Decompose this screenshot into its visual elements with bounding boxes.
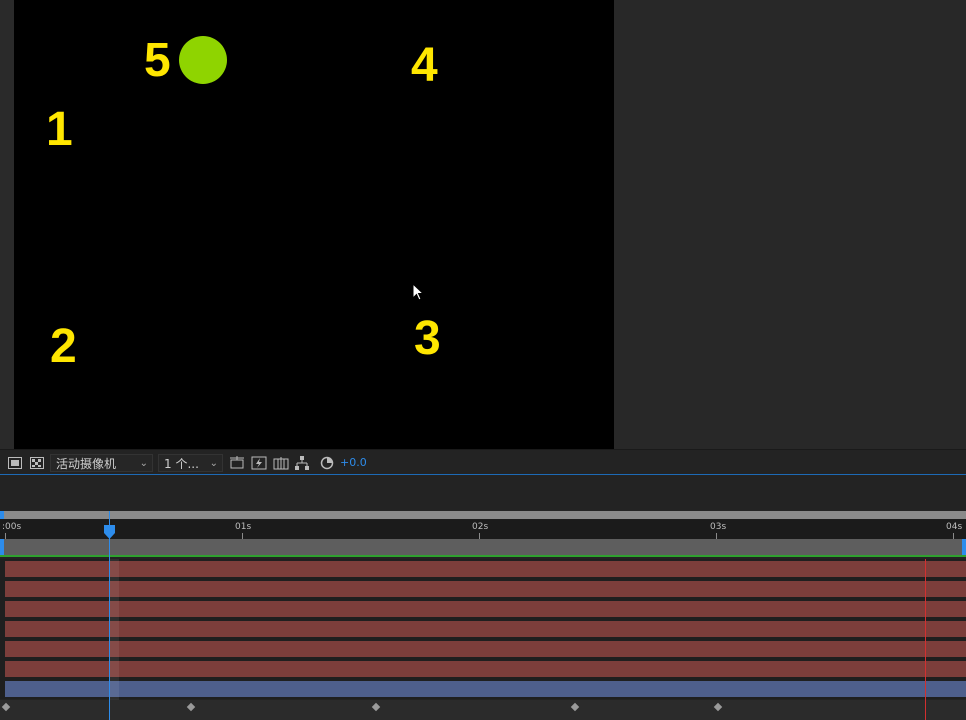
label-2: 2	[50, 320, 77, 373]
viewer-toolbar: 活动摄像机 ⌄ 1 个... ⌄ +0.0	[0, 449, 966, 475]
layer-row[interactable]	[0, 639, 966, 659]
layer-row[interactable]	[0, 679, 966, 699]
layer-duration-bar[interactable]	[5, 641, 966, 657]
work-area-bar[interactable]	[0, 511, 966, 519]
camera-view-value: 活动摄像机	[56, 457, 117, 471]
chevron-down-icon: ⌄	[139, 458, 148, 469]
layer-duration-bar[interactable]	[5, 581, 966, 597]
time-label-3: 03s	[710, 522, 727, 532]
fast-preview-icon[interactable]	[251, 455, 267, 471]
chevron-down-icon: ⌄	[209, 458, 218, 469]
reset-exposure-icon[interactable]	[319, 455, 335, 471]
viewer-left-strip	[0, 0, 14, 449]
timeline-icon[interactable]	[273, 455, 289, 471]
playhead-handle-icon[interactable]	[104, 525, 115, 539]
composition-viewer[interactable]: 1 2 3 4 5	[0, 0, 966, 449]
layer-duration-bar[interactable]	[5, 621, 966, 637]
label-5: 5	[144, 34, 171, 87]
camera-view-dropdown[interactable]: 活动摄像机 ⌄	[50, 454, 153, 472]
layer-duration-bar[interactable]	[5, 661, 966, 677]
time-navigator-start-handle[interactable]	[0, 539, 4, 555]
label-4: 4	[411, 39, 438, 92]
label-3: 3	[414, 312, 441, 365]
flowchart-icon[interactable]	[294, 455, 310, 471]
time-navigator-end-handle[interactable]	[962, 539, 966, 555]
views-count-value: 1 个...	[164, 457, 199, 471]
layer-row[interactable]	[0, 559, 966, 579]
transparency-grid-icon[interactable]	[29, 455, 45, 471]
layer-duration-bar[interactable]	[5, 601, 966, 617]
exposure-value[interactable]: +0.0	[340, 455, 367, 471]
viewer-empty-area	[614, 0, 966, 449]
keyframe-row[interactable]	[0, 700, 966, 720]
render-cache-indicator	[0, 555, 966, 557]
time-navigator-bar[interactable]	[4, 539, 962, 555]
time-label-1: 01s	[235, 522, 252, 532]
green-circle[interactable]	[179, 36, 227, 84]
time-label-2: 02s	[472, 522, 489, 532]
layer-row[interactable]	[0, 599, 966, 619]
reset-view-icon[interactable]	[229, 455, 245, 471]
layer-duration-bar[interactable]	[5, 681, 966, 697]
region-of-interest-icon[interactable]	[7, 455, 23, 471]
views-count-dropdown[interactable]: 1 个... ⌄	[158, 454, 223, 472]
layer-row[interactable]	[0, 619, 966, 639]
time-label-0: :00s	[2, 522, 22, 532]
playhead-frame-highlight	[110, 559, 119, 700]
label-1: 1	[46, 103, 73, 156]
mouse-cursor-icon	[412, 283, 424, 301]
time-label-4: 04s	[946, 522, 963, 532]
layer-row[interactable]	[0, 579, 966, 599]
playhead-line[interactable]	[109, 511, 110, 720]
work-area-start-handle[interactable]	[0, 511, 4, 519]
layer-duration-bar[interactable]	[5, 561, 966, 577]
time-ruler[interactable]: :00s 01s 02s 03s 04s	[0, 519, 966, 539]
composition-canvas[interactable]: 1 2 3 4 5	[14, 0, 614, 449]
work-area-end-marker	[925, 559, 926, 720]
timeline-panel[interactable]: :00s 01s 02s 03s 04s	[0, 475, 966, 720]
layer-row[interactable]	[0, 659, 966, 679]
